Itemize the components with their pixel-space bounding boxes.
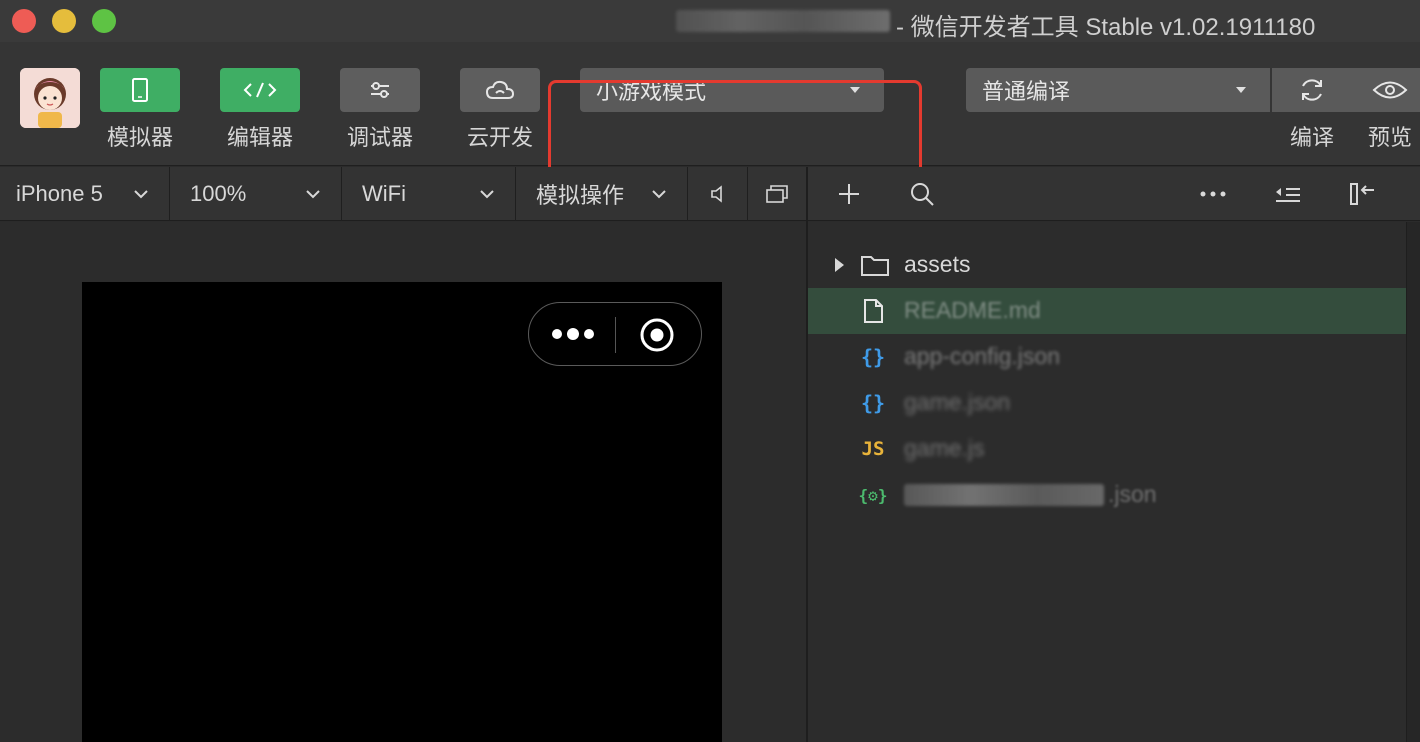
zoom-select[interactable]: 100% — [170, 167, 342, 221]
debugger-tool[interactable]: 调试器 — [340, 68, 420, 152]
editor-label: 编辑器 — [226, 125, 293, 150]
close-target-icon[interactable] — [639, 317, 675, 353]
chevron-down-icon — [652, 190, 666, 199]
simulator-panel — [0, 222, 808, 742]
device-value: iPhone 5 — [16, 181, 103, 206]
file-icon — [864, 299, 883, 323]
expand-arrow-icon[interactable] — [832, 256, 846, 274]
more-dots-icon[interactable] — [551, 327, 595, 341]
settings-json-icon: {⚙} — [858, 485, 888, 505]
cloud-tool[interactable]: 云开发 — [460, 68, 540, 152]
tree-item-game-json[interactable]: {} game.json — [808, 380, 1406, 426]
chevron-down-icon — [480, 190, 494, 199]
compile-mode-value: 普通编译 — [982, 79, 1071, 104]
operation-value: 模拟操作 — [536, 183, 625, 208]
menu-capsule — [528, 302, 702, 366]
tree-item-assets[interactable]: assets — [808, 242, 1406, 288]
vertical-scrollbar[interactable] — [1406, 222, 1420, 742]
detach-window-button[interactable] — [748, 167, 806, 221]
json-icon: {} — [860, 391, 886, 415]
window-title: - 微信开发者工具 Stable v1.02.1911180 — [896, 14, 1316, 41]
cloud-button[interactable] — [460, 68, 540, 112]
hide-panel-icon[interactable] — [1348, 180, 1378, 208]
close-window-button[interactable] — [12, 9, 36, 33]
cloud-icon — [485, 80, 515, 99]
more-icon[interactable] — [1198, 180, 1228, 208]
device-select[interactable]: iPhone 5 — [0, 167, 170, 221]
zoom-value: 100% — [190, 181, 247, 206]
code-icon — [243, 82, 277, 98]
tree-item-settings-json[interactable]: {⚙} .json — [808, 472, 1406, 518]
window-icon — [766, 185, 788, 203]
compile-mode-select[interactable]: 普通编译 — [966, 68, 1270, 112]
tree-item-label: game.js — [904, 435, 985, 461]
chevron-down-icon — [134, 190, 148, 199]
simulator-tool[interactable]: 模拟器 — [100, 68, 180, 152]
network-value: WiFi — [362, 181, 406, 206]
simulator-toolbar: iPhone 5 100% WiFi 模拟操作 — [0, 167, 808, 221]
speaker-icon — [710, 185, 722, 203]
title-bar: - 微信开发者工具 Stable v1.02.1911180 — [0, 0, 1420, 42]
tree-item-label: assets — [904, 251, 971, 277]
tree-item-label: README.md — [904, 297, 1041, 323]
refresh-icon — [1302, 79, 1322, 101]
simulator-screen[interactable] — [82, 282, 722, 742]
sliders-icon — [371, 82, 389, 98]
search-icon[interactable] — [908, 180, 936, 208]
editor-tool[interactable]: 编辑器 — [220, 68, 300, 152]
tree-item-label: game.json — [904, 389, 1011, 415]
editor-button[interactable] — [220, 68, 300, 112]
project-name-obscured — [676, 10, 890, 32]
simulator-button[interactable] — [100, 68, 180, 112]
compile-button[interactable] — [1272, 68, 1352, 112]
obscured-name — [904, 484, 1104, 506]
preview-label: 预览 — [1367, 125, 1412, 150]
collapse-all-icon[interactable] — [1274, 180, 1302, 208]
compile-label: 编译 — [1289, 125, 1334, 150]
debugger-button[interactable] — [340, 68, 420, 112]
json-icon: {} — [860, 345, 886, 369]
main-toolbar: 模拟器 编辑器 调试器 云开发 小游戏模式 普通编译 编译 预览 — [0, 42, 1420, 190]
phone-icon — [132, 78, 148, 102]
folder-icon — [861, 256, 889, 276]
simulator-label: 模拟器 — [106, 125, 173, 150]
avatar[interactable] — [20, 68, 80, 128]
tree-item-label: app-config.json — [904, 343, 1060, 369]
caret-down-icon — [1236, 87, 1246, 93]
capsule-divider — [615, 317, 616, 353]
operation-select[interactable]: 模拟操作 — [516, 167, 688, 221]
tree-item-readme[interactable]: README.md — [808, 288, 1406, 334]
tree-item-game-js[interactable]: JS game.js — [808, 426, 1406, 472]
preview-button[interactable] — [1352, 68, 1420, 112]
avatar-image — [20, 68, 80, 128]
zoom-window-button[interactable] — [92, 9, 116, 33]
debugger-label: 调试器 — [346, 125, 413, 150]
js-icon: JS — [861, 438, 885, 460]
minimize-window-button[interactable] — [52, 9, 76, 33]
network-select[interactable]: WiFi — [342, 167, 516, 221]
tree-item-app-config[interactable]: {} app-config.json — [808, 334, 1406, 380]
eye-icon — [1372, 81, 1408, 99]
volume-button[interactable] — [688, 167, 748, 221]
file-tree: assets README.md {} app-config.json {} g… — [808, 222, 1406, 742]
tree-item-label: .json — [1108, 481, 1157, 507]
add-icon[interactable] — [836, 180, 862, 208]
file-tree-toolbar — [808, 167, 1420, 221]
chevron-down-icon — [306, 190, 320, 199]
cloud-label: 云开发 — [466, 125, 533, 150]
